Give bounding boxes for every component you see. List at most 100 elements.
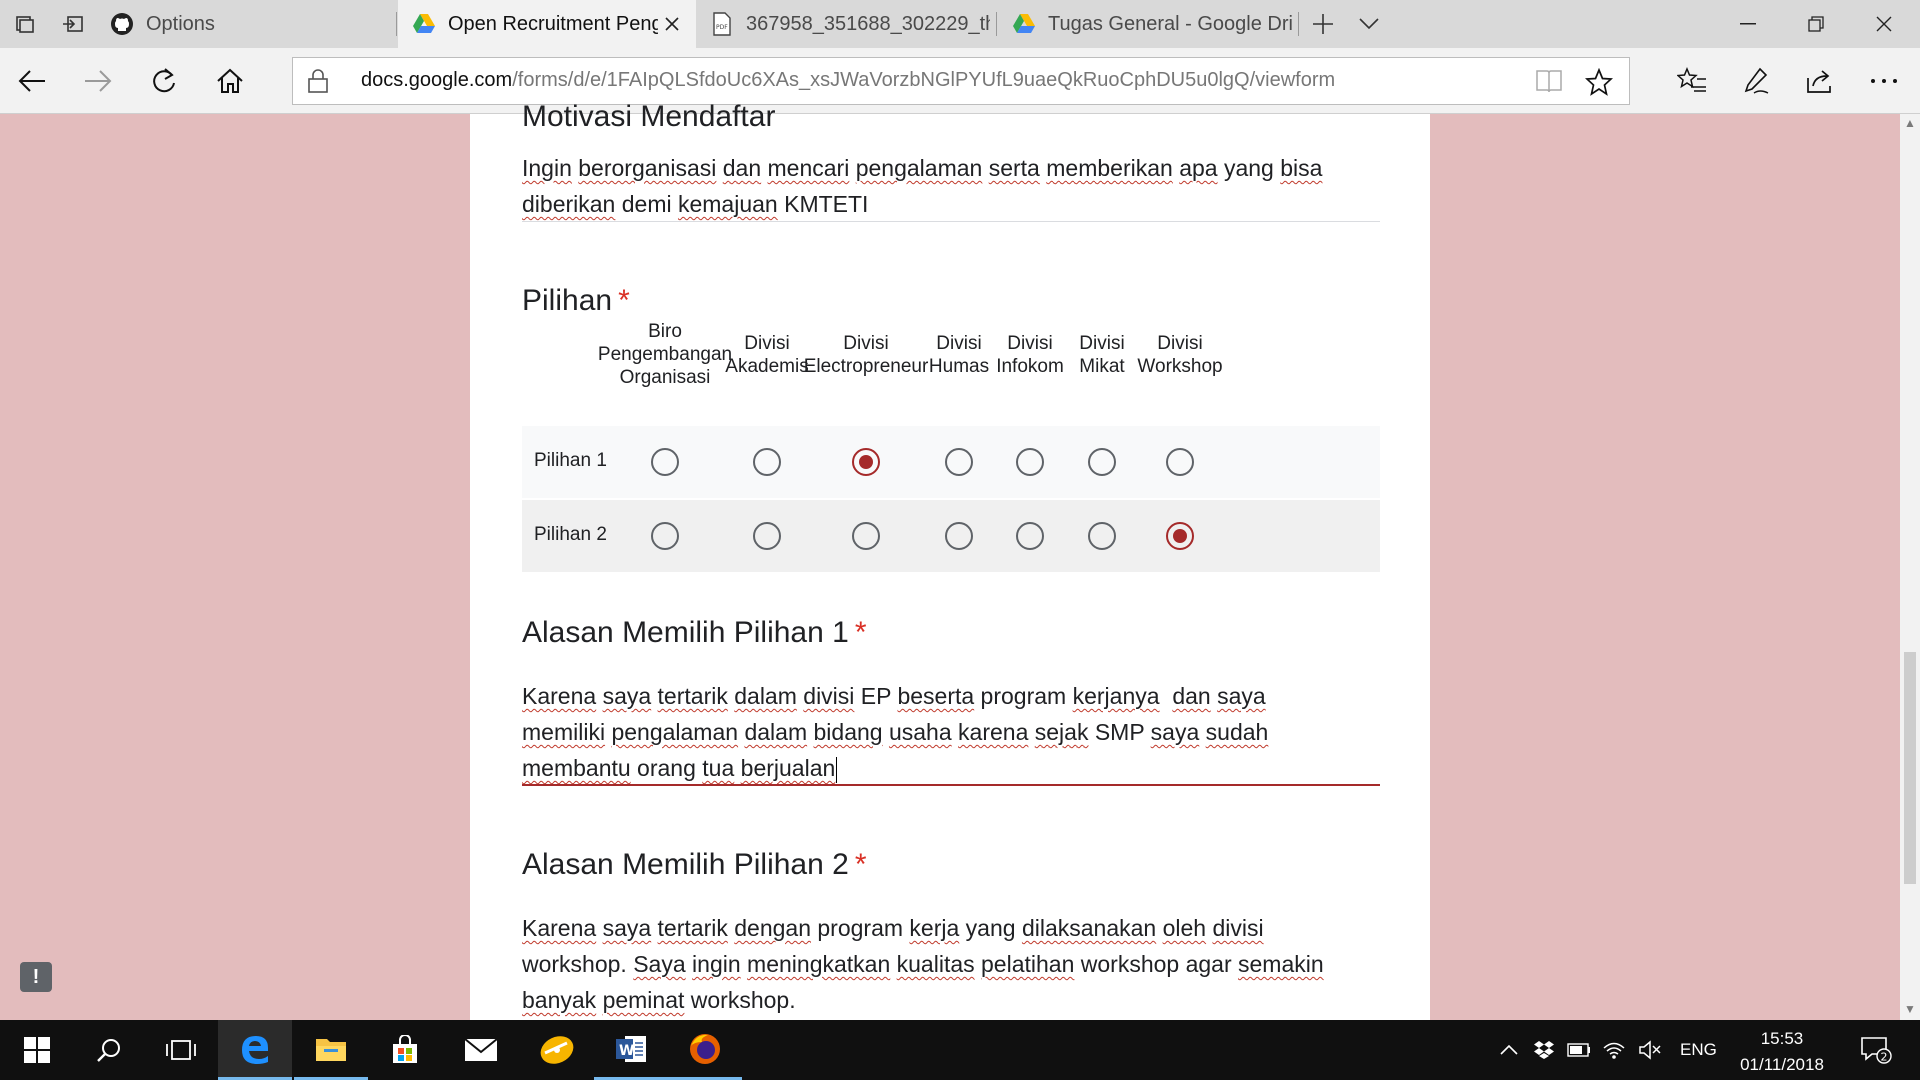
clock[interactable]: 15:53 01/11/2018 <box>1722 1026 1842 1078</box>
action-center-icon[interactable]: 2 <box>1856 1037 1896 1064</box>
url-text[interactable]: docs.google.com/forms/d/e/1FAIpQLSfdoUc6… <box>361 69 1335 92</box>
scroll-up-icon[interactable]: ▲ <box>1902 116 1918 132</box>
radio-button[interactable] <box>1166 448 1194 476</box>
tab-separator <box>996 12 997 36</box>
page-scrollbar[interactable]: ▲ ▼ <box>1900 114 1920 1020</box>
start-windows-icon[interactable] <box>0 1020 74 1080</box>
spellcheck-flagged-word: ingin <box>692 951 741 977</box>
share-icon[interactable] <box>1788 48 1852 114</box>
answer-line-text: workshop. Saya ingin meningkatkan kualit… <box>522 946 1382 982</box>
radio-button[interactable] <box>651 448 679 476</box>
scroll-thumb[interactable] <box>1904 652 1916 884</box>
spellcheck-flagged-word: saya <box>1217 683 1266 709</box>
web-notes-pen-icon[interactable] <box>1724 48 1788 114</box>
taskbar: W ENG 15:53 01/11/2018 2 <box>0 1020 1920 1080</box>
edge-browser-icon[interactable] <box>218 1020 292 1080</box>
tab-pdf[interactable]: PDF 367958_351688_302229_the <box>696 0 996 48</box>
spellcheck-flagged-word: membantu <box>522 755 631 781</box>
tab-open-recruitment[interactable]: Open Recruitment Peng <box>398 0 696 48</box>
answer-text-fragment: program <box>810 915 910 941</box>
spellcheck-flagged-word: peminat <box>602 987 685 1013</box>
radio-button[interactable] <box>1016 448 1044 476</box>
answer-text: Ingin berorganisasi dan mencari pengalam… <box>522 150 1382 222</box>
task-view-icon[interactable] <box>144 1020 218 1080</box>
spellcheck-flagged-word: saya <box>1150 719 1200 745</box>
spellcheck-flagged-word: oleh <box>1162 915 1207 941</box>
favorite-star-icon[interactable] <box>1584 67 1614 101</box>
radio-button[interactable] <box>753 448 781 476</box>
radio-button[interactable] <box>753 522 781 550</box>
answer-line-text: memiliki pengalaman dalam bidang usaha k… <box>522 714 1382 750</box>
reading-view-icon[interactable] <box>1535 68 1563 99</box>
input-language[interactable]: ENG <box>1680 1040 1717 1060</box>
radio-button-selected[interactable] <box>852 448 880 476</box>
minimize-icon[interactable] <box>1716 0 1780 48</box>
search-icon[interactable] <box>72 1020 146 1080</box>
answer-line-text: banyak peminat workshop. <box>522 982 1382 1018</box>
store-icon[interactable] <box>368 1020 442 1080</box>
svg-text:W: W <box>619 1043 634 1059</box>
answer-text-fragment: program <box>974 683 1073 709</box>
tab-options[interactable]: Options <box>96 0 396 48</box>
volume-muted-icon[interactable] <box>1637 1037 1663 1063</box>
browser-chrome: Options Open Recruitment Peng PDF 367958… <box>0 0 1920 114</box>
answer-text-fragment: orang <box>630 755 703 781</box>
answer-line-text: Karena saya tertarik dalam divisi EP bes… <box>522 678 1382 714</box>
new-tab-icon[interactable] <box>1300 0 1346 48</box>
word-icon[interactable]: W <box>594 1020 668 1080</box>
radio-button[interactable] <box>945 448 973 476</box>
tab-preview-chevron-icon[interactable] <box>1346 0 1392 48</box>
grid-row-pilihan-1: Pilihan 1 <box>522 426 1380 498</box>
radio-button[interactable] <box>945 522 973 550</box>
tab-tugas-general[interactable]: Tugas General - Google Dri <box>998 0 1298 48</box>
tab-actions-icon[interactable] <box>2 0 48 48</box>
spellcheck-flagged-word: kemajuan <box>677 191 778 217</box>
spellcheck-flagged-word: dilaksanakan <box>1021 915 1157 941</box>
spellcheck-flagged-word: berorganisasi <box>578 155 717 181</box>
wifi-icon[interactable] <box>1601 1037 1627 1063</box>
answer-alasan-1[interactable]: Karena saya tertarik dalam divisi EP bes… <box>522 678 1382 786</box>
required-mark: * <box>618 284 630 317</box>
forward-icon[interactable] <box>66 48 130 114</box>
file-explorer-icon[interactable] <box>294 1020 368 1080</box>
close-tab-icon[interactable] <box>660 12 684 36</box>
spellcheck-flagged-word: tertarik <box>657 683 728 709</box>
battery-icon[interactable] <box>1566 1037 1592 1063</box>
set-aside-tabs-icon[interactable] <box>50 0 96 48</box>
grid-column-header: Divisi Workshop <box>1137 333 1223 377</box>
firefox-icon[interactable] <box>668 1020 742 1080</box>
radio-button[interactable] <box>651 522 679 550</box>
radio-button[interactable] <box>1088 522 1116 550</box>
answer-text-fragment: workshop. <box>522 951 634 977</box>
address-bar[interactable]: docs.google.com/forms/d/e/1FAIpQLSfdoUc6… <box>292 57 1630 105</box>
sticky-app-icon[interactable] <box>520 1020 594 1080</box>
favorites-hub-icon[interactable] <box>1660 48 1724 114</box>
spellcheck-flagged-word: serta <box>988 155 1040 181</box>
close-window-icon[interactable] <box>1852 0 1916 48</box>
spellcheck-flagged-word: pengalaman <box>611 719 739 745</box>
spellcheck-flagged-word: dalam <box>734 683 797 709</box>
radio-button[interactable] <box>852 522 880 550</box>
show-hidden-icons-chevron-icon[interactable] <box>1496 1037 1522 1063</box>
spellcheck-flagged-word: dalam <box>744 719 808 745</box>
lock-icon[interactable] <box>305 68 331 94</box>
tab-separator <box>396 12 397 36</box>
dropbox-icon[interactable] <box>1531 1037 1557 1063</box>
answer-motivasi[interactable]: Ingin berorganisasi dan mencari pengalam… <box>522 150 1382 222</box>
back-icon[interactable] <box>0 48 64 114</box>
answer-alasan-2[interactable]: Karena saya tertarik dengan program kerj… <box>522 910 1382 1018</box>
feedback-icon[interactable]: ! <box>20 962 52 992</box>
radio-button-selected[interactable] <box>1166 522 1194 550</box>
spellcheck-flagged-word: apa <box>1179 155 1218 181</box>
restore-icon[interactable] <box>1784 0 1848 48</box>
radio-button[interactable] <box>1016 522 1044 550</box>
home-icon[interactable] <box>198 48 262 114</box>
spellcheck-flagged-word: sejak <box>1034 719 1089 745</box>
scroll-down-icon[interactable]: ▼ <box>1902 1002 1918 1018</box>
refresh-icon[interactable] <box>132 48 196 114</box>
radio-button[interactable] <box>1088 448 1116 476</box>
mail-icon[interactable] <box>444 1020 518 1080</box>
tab-title: Options <box>146 12 215 35</box>
more-options-icon[interactable] <box>1852 48 1916 114</box>
spellcheck-flagged-word: tertarik <box>657 915 728 941</box>
